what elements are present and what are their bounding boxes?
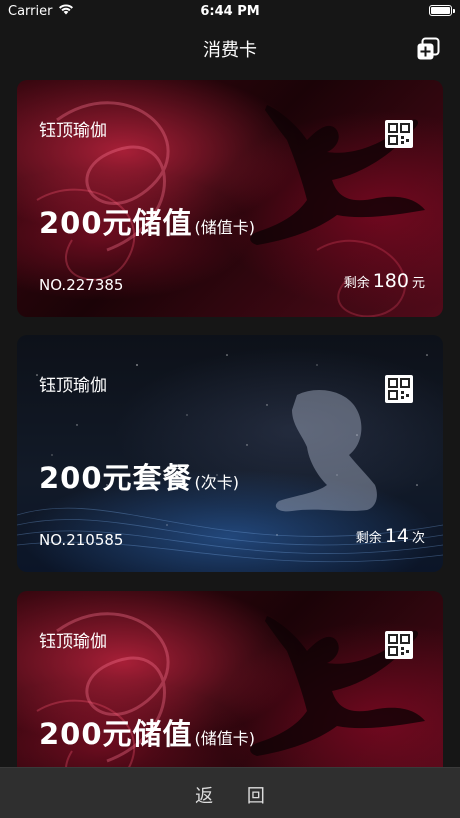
- remaining-value: 180: [372, 270, 409, 292]
- remaining-prefix: 剩余: [355, 531, 382, 546]
- card-title: 200元套餐 (次卡): [39, 455, 239, 497]
- consumption-card[interactable]: 钰顶瑜伽 200元储值 (储值卡): [17, 591, 443, 768]
- remaining-prefix: 剩余: [343, 276, 370, 291]
- card-title-text: 200元储值: [39, 717, 193, 751]
- clock-time: 6:44 PM: [200, 4, 260, 19]
- remaining-value: 14: [384, 525, 409, 547]
- consumption-card[interactable]: 钰顶瑜伽 200元套餐 (次卡) NO.210585 剩余 14 次: [17, 335, 443, 572]
- nav-bar: 消费卡: [0, 24, 460, 70]
- card-title-text: 200元套餐: [39, 461, 193, 495]
- consumption-card[interactable]: 钰顶瑜伽 200元储值 (储值卡) NO.227385 剩余 180 元: [17, 80, 443, 317]
- status-bar: Carrier 6:44 PM: [0, 0, 460, 24]
- card-number: NO.227385: [39, 276, 124, 294]
- card-type: (储值卡): [194, 729, 256, 748]
- card-name: 钰顶瑜伽: [39, 376, 107, 396]
- card-remaining: 剩余 14 次: [356, 525, 425, 547]
- battery-icon: [429, 5, 455, 16]
- qr-code-icon[interactable]: [385, 120, 413, 148]
- card-remaining: 剩余 180 元: [344, 270, 425, 292]
- card-number: NO.210585: [39, 531, 124, 549]
- qr-code-icon[interactable]: [385, 631, 413, 659]
- card-title: 200元储值 (储值卡): [39, 200, 255, 242]
- add-card-icon[interactable]: [416, 37, 440, 61]
- card-type: (储值卡): [194, 218, 256, 237]
- card-title-text: 200元储值: [39, 206, 193, 240]
- card-title: 200元储值 (储值卡): [39, 711, 255, 753]
- yoga-silhouette: [275, 390, 377, 512]
- card-name: 钰顶瑜伽: [39, 121, 107, 141]
- card-name: 钰顶瑜伽: [39, 632, 107, 652]
- page-title: 消费卡: [203, 40, 257, 61]
- back-button[interactable]: 返 回: [0, 782, 460, 808]
- card-list: 钰顶瑜伽 200元储值 (储值卡) NO.227385 剩余 180 元 钰顶瑜…: [17, 80, 443, 768]
- remaining-unit: 元: [411, 276, 425, 291]
- bottom-bar: 返 回: [0, 767, 460, 818]
- card-type: (次卡): [194, 473, 240, 492]
- qr-code-icon[interactable]: [385, 375, 413, 403]
- remaining-unit: 次: [411, 531, 425, 546]
